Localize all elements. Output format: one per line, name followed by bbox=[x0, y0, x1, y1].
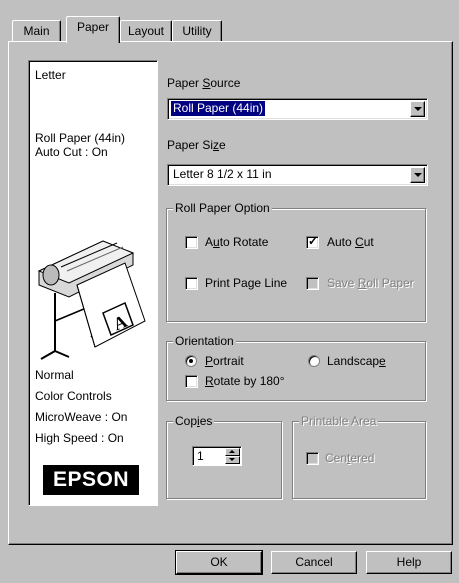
save-roll-paper-label: Save Roll Paper bbox=[327, 276, 414, 290]
rotate-180-label[interactable]: Rotate by 180° bbox=[205, 374, 285, 388]
tab-paper[interactable]: Paper bbox=[66, 16, 120, 43]
preview-panel: Letter Roll Paper (44in) Auto Cut : On A… bbox=[28, 60, 158, 506]
printable-area-title: Printable Area bbox=[299, 414, 379, 428]
centered-label: Centered bbox=[325, 451, 375, 465]
auto-rotate-label[interactable]: Auto Rotate bbox=[205, 235, 268, 249]
spin-down-icon[interactable] bbox=[225, 456, 240, 464]
auto-cut-label[interactable]: Auto Cut bbox=[327, 235, 374, 249]
help-button[interactable]: Help bbox=[366, 551, 452, 574]
preview-auto-cut: Auto Cut : On bbox=[35, 145, 108, 159]
copies-title: Copies bbox=[173, 414, 215, 428]
checkmark-icon: ✓ bbox=[308, 234, 319, 248]
portrait-radio[interactable] bbox=[185, 355, 197, 367]
chevron-down-icon[interactable] bbox=[410, 101, 425, 117]
print-page-line-label[interactable]: Print Page Line bbox=[205, 276, 287, 290]
roll-paper-option-group: Roll Paper Option bbox=[166, 201, 426, 322]
orientation-group: Orientation bbox=[166, 334, 426, 401]
paper-size-value: Letter 8 1/2 x 11 in bbox=[173, 167, 272, 181]
chevron-down-icon[interactable] bbox=[410, 167, 425, 183]
paper-size-select[interactable]: Letter 8 1/2 x 11 in bbox=[167, 164, 428, 186]
print-page-line-checkbox[interactable] bbox=[185, 277, 198, 290]
copies-spinner[interactable]: 1 bbox=[192, 446, 242, 466]
paper-source-label: Paper Source bbox=[167, 76, 241, 90]
paper-size-label: Paper Size bbox=[167, 138, 226, 152]
orientation-title: Orientation bbox=[173, 334, 236, 348]
landscape-radio[interactable] bbox=[308, 355, 320, 367]
preview-high-speed: High Speed : On bbox=[35, 431, 124, 445]
large-format-printer-icon: A bbox=[37, 240, 146, 360]
cancel-button[interactable]: Cancel bbox=[271, 551, 357, 574]
spin-up-icon[interactable] bbox=[225, 448, 240, 456]
printer-properties-dialog: Main Paper Layout Utility Letter Roll Pa… bbox=[0, 0, 459, 583]
paper-source-value: Roll Paper (44in) bbox=[171, 101, 266, 116]
rotate-180-checkbox[interactable] bbox=[185, 375, 198, 388]
preview-roll-paper: Roll Paper (44in) bbox=[35, 131, 126, 145]
centered-checkbox bbox=[306, 452, 319, 465]
preview-paper-type: Letter bbox=[35, 68, 66, 82]
tab-utility[interactable]: Utility bbox=[172, 20, 222, 42]
portrait-label[interactable]: Portrait bbox=[205, 354, 244, 368]
tab-main[interactable]: Main bbox=[12, 20, 61, 42]
tab-layout[interactable]: Layout bbox=[120, 20, 172, 42]
save-roll-paper-checkbox bbox=[306, 277, 319, 290]
ok-button[interactable]: OK bbox=[175, 550, 263, 575]
auto-rotate-checkbox[interactable] bbox=[185, 236, 198, 249]
preview-microweave: MicroWeave : On bbox=[35, 410, 128, 424]
landscape-label[interactable]: Landscape bbox=[327, 354, 386, 368]
roll-paper-option-title: Roll Paper Option bbox=[173, 201, 272, 215]
epson-logo: EPSON bbox=[43, 465, 139, 495]
preview-color-controls: Color Controls bbox=[35, 389, 112, 403]
preview-mode: Normal bbox=[35, 368, 74, 382]
radio-dot-icon bbox=[189, 359, 193, 363]
auto-cut-checkbox[interactable]: ✓ bbox=[306, 234, 319, 249]
paper-source-select[interactable]: Roll Paper (44in) bbox=[167, 98, 428, 120]
copies-value: 1 bbox=[197, 449, 204, 463]
